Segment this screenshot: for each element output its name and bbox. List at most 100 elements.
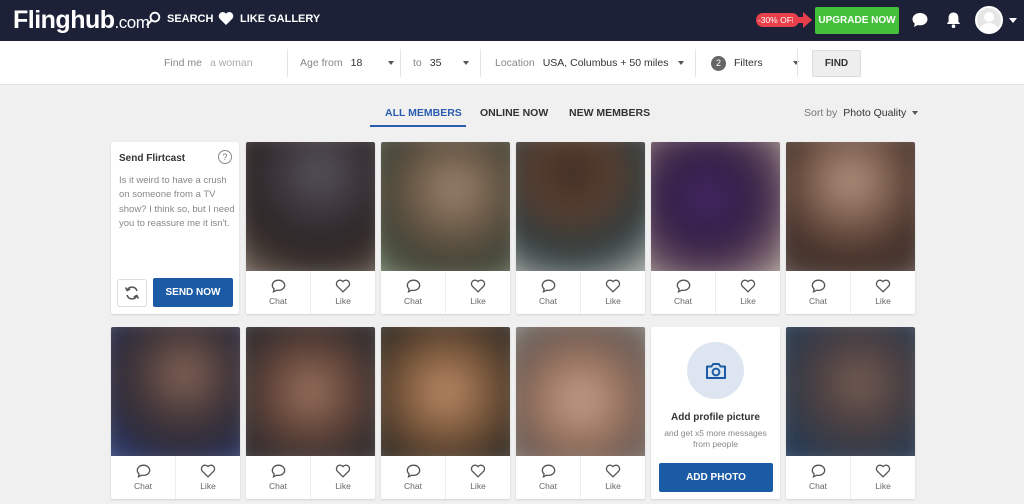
member-photo[interactable]: [516, 142, 645, 271]
chat-button[interactable]: Chat: [786, 271, 850, 314]
like-button[interactable]: Like: [850, 271, 915, 314]
chat-bubble-icon: [811, 279, 825, 293]
member-photo[interactable]: [516, 327, 645, 456]
add-photo-subtitle: and get x5 more messages from people: [664, 428, 767, 449]
location-value: USA, Columbus + 50 miles: [542, 57, 669, 69]
chevron-down-icon: [463, 61, 470, 65]
refresh-button[interactable]: [117, 279, 147, 307]
like-button[interactable]: Like: [175, 456, 240, 499]
chat-label: Chat: [809, 296, 827, 306]
heart-outline-icon: [335, 279, 351, 293]
add-profile-picture-card: Add profile picture and get x5 more mess…: [651, 327, 780, 499]
member-photo[interactable]: [786, 327, 915, 456]
tab-all-members[interactable]: ALL MEMBERS: [385, 107, 462, 119]
like-label: Like: [200, 481, 216, 491]
flirtcast-title: Send Flirtcast: [119, 153, 186, 164]
filters-label: Filters: [734, 57, 763, 69]
send-now-button[interactable]: SEND NOW: [153, 278, 233, 307]
like-button[interactable]: Like: [310, 271, 375, 314]
sort-by-select[interactable]: Sort by Photo Quality: [804, 107, 919, 119]
chat-button[interactable]: Chat: [381, 456, 445, 499]
heart-outline-icon: [875, 464, 891, 478]
heart-outline-icon: [470, 464, 486, 478]
camera-icon: [705, 362, 726, 379]
location-label: Location: [495, 57, 535, 69]
member-photo[interactable]: [651, 142, 780, 271]
chat-bubble-icon: [541, 279, 555, 293]
like-label: Like: [470, 481, 486, 491]
member-photo[interactable]: [246, 142, 375, 271]
upgrade-now-button[interactable]: UPGRADE NOW: [815, 7, 899, 34]
member-photo[interactable]: [246, 327, 375, 456]
like-gallery-nav-link[interactable]: LIKE GALLERY: [218, 11, 320, 26]
member-photo[interactable]: [786, 142, 915, 271]
logo[interactable]: Flinghub.com: [13, 6, 150, 35]
member-photo[interactable]: [381, 327, 510, 456]
chat-bubble-icon: [136, 464, 150, 478]
like-button[interactable]: Like: [850, 456, 915, 499]
heart-outline-icon: [605, 279, 621, 293]
chat-button[interactable]: Chat: [516, 456, 580, 499]
chat-bubble-icon: [406, 464, 420, 478]
chat-label: Chat: [404, 481, 422, 491]
member-card: Chat Like: [786, 142, 915, 314]
divider: [480, 49, 481, 77]
messages-icon[interactable]: [911, 11, 929, 29]
add-photo-button[interactable]: ADD PHOTO: [659, 463, 773, 492]
bell-icon[interactable]: [945, 11, 962, 29]
filters-select[interactable]: 2 Filters: [711, 41, 799, 85]
age-to-select[interactable]: to 35: [413, 41, 470, 85]
sort-by-value: Photo Quality: [843, 107, 907, 119]
like-label: Like: [875, 481, 891, 491]
like-button[interactable]: Like: [445, 271, 510, 314]
chat-button[interactable]: Chat: [381, 271, 445, 314]
like-button[interactable]: Like: [310, 456, 375, 499]
member-card: Chat Like: [516, 327, 645, 499]
chat-label: Chat: [269, 481, 287, 491]
tab-online-now[interactable]: ONLINE NOW: [480, 107, 548, 119]
tab-new-members[interactable]: NEW MEMBERS: [569, 107, 650, 119]
find-me-select[interactable]: Find me a woman: [164, 41, 253, 85]
member-card: Chat Like: [381, 327, 510, 499]
help-icon[interactable]: ?: [218, 150, 232, 164]
member-photo[interactable]: [111, 327, 240, 456]
location-select[interactable]: Location USA, Columbus + 50 miles: [495, 41, 685, 85]
member-card: Chat Like: [516, 142, 645, 314]
chat-button[interactable]: Chat: [246, 456, 310, 499]
member-card: Chat Like: [246, 142, 375, 314]
like-button[interactable]: Like: [715, 271, 780, 314]
chat-button[interactable]: Chat: [651, 271, 715, 314]
like-button[interactable]: Like: [445, 456, 510, 499]
chat-button[interactable]: Chat: [516, 271, 580, 314]
chat-button[interactable]: Chat: [786, 456, 850, 499]
heart-outline-icon: [200, 464, 216, 478]
search-nav-link[interactable]: SEARCH: [146, 11, 213, 26]
like-label: Like: [875, 296, 891, 306]
arrow-right-icon: [793, 12, 812, 28]
like-label: Like: [335, 481, 351, 491]
chevron-down-icon: [912, 111, 919, 115]
divider: [695, 49, 696, 77]
chat-bubble-icon: [541, 464, 555, 478]
search-nav-label: SEARCH: [167, 12, 214, 25]
heart-outline-icon: [605, 464, 621, 478]
like-button[interactable]: Like: [580, 271, 645, 314]
chat-label: Chat: [269, 296, 287, 306]
camera-button[interactable]: [687, 342, 744, 399]
age-to-label: to: [413, 57, 422, 69]
chat-button[interactable]: Chat: [111, 456, 175, 499]
like-label: Like: [605, 481, 621, 491]
member-photo[interactable]: [381, 142, 510, 271]
find-button[interactable]: FIND: [812, 50, 861, 77]
like-button[interactable]: Like: [580, 456, 645, 499]
user-avatar[interactable]: [975, 6, 1003, 34]
find-me-value: a woman: [209, 57, 253, 69]
divider: [400, 49, 401, 77]
divider: [287, 49, 288, 77]
search-icon: [146, 11, 161, 26]
member-card: Chat Like: [111, 327, 240, 499]
chevron-down-icon: [678, 61, 685, 65]
age-from-select[interactable]: Age from 18: [300, 41, 395, 85]
chevron-down-icon[interactable]: [1009, 18, 1017, 23]
chat-button[interactable]: Chat: [246, 271, 310, 314]
